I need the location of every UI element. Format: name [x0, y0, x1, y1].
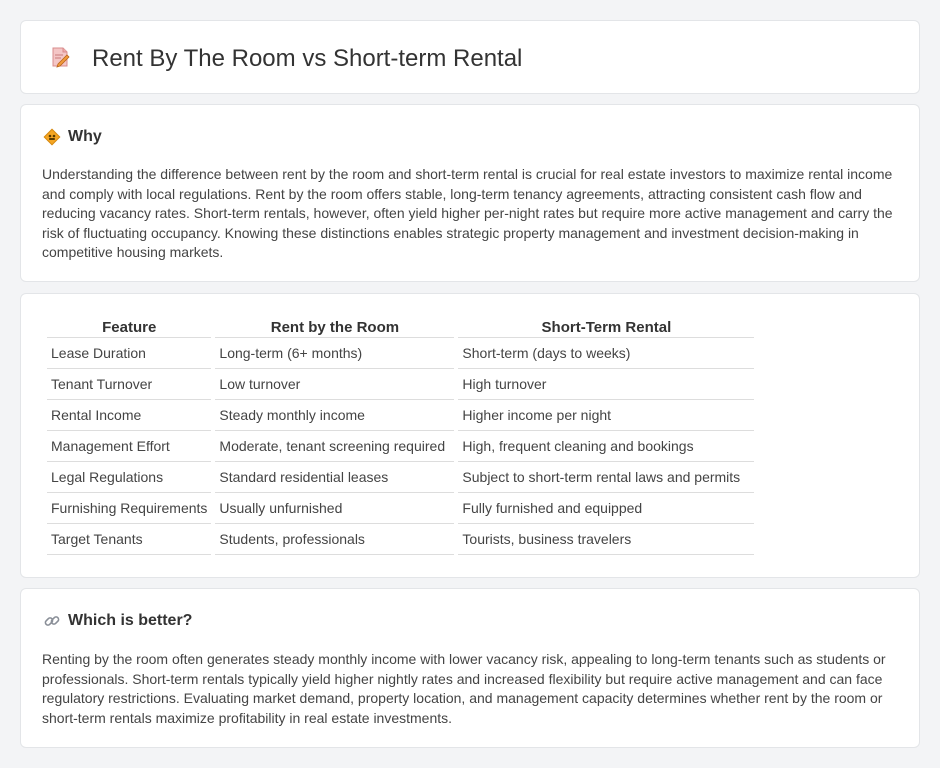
- table-cell: Standard residential leases: [215, 462, 455, 493]
- comparison-section: Feature Rent by the Room Short-Term Rent…: [20, 293, 920, 578]
- table-cell: Target Tenants: [47, 524, 212, 555]
- table-cell: Lease Duration: [47, 338, 212, 369]
- better-heading: Which is better?: [68, 612, 193, 629]
- table-cell: High, frequent cleaning and bookings: [458, 431, 755, 462]
- table-cell: Low turnover: [215, 369, 455, 400]
- table-cell: Students, professionals: [215, 524, 455, 555]
- table-row: Legal Regulations Standard residential l…: [47, 462, 755, 493]
- column-header-rent-by-room: Rent by the Room: [215, 316, 455, 338]
- why-text: Understanding the difference between ren…: [42, 166, 893, 260]
- table-cell: Steady monthly income: [215, 400, 455, 431]
- better-heading-row: Which is better?: [43, 611, 192, 631]
- why-heading-row: Why: [43, 127, 102, 147]
- better-text: Renting by the room often generates stea…: [42, 651, 886, 726]
- link-icon: [43, 612, 61, 630]
- table-row: Rental Income Steady monthly income High…: [47, 400, 755, 431]
- column-header-short-term: Short-Term Rental: [458, 316, 755, 338]
- table-cell: Tourists, business travelers: [458, 524, 755, 555]
- diamond-sign-icon: [43, 128, 61, 146]
- table-cell: Short-term (days to weeks): [458, 338, 755, 369]
- table-cell: Long-term (6+ months): [215, 338, 455, 369]
- table-cell: High turnover: [458, 369, 755, 400]
- table-cell: Usually unfurnished: [215, 493, 455, 524]
- table-cell: Legal Regulations: [47, 462, 212, 493]
- which-better-section: Which is better? Renting by the room oft…: [20, 588, 920, 748]
- table-row: Management Effort Moderate, tenant scree…: [47, 431, 755, 462]
- column-header-feature: Feature: [47, 316, 212, 338]
- table-row: Tenant Turnover Low turnover High turnov…: [47, 369, 755, 400]
- title-card: Rent By The Room vs Short-term Rental: [20, 20, 920, 94]
- table-cell: Furnishing Requirements: [47, 493, 212, 524]
- table-row: Furnishing Requirements Usually unfurnis…: [47, 493, 755, 524]
- document-pencil-icon: [49, 46, 71, 68]
- table-row: Lease Duration Long-term (6+ months) Sho…: [47, 338, 755, 369]
- table-cell: Rental Income: [47, 400, 212, 431]
- table-cell: Tenant Turnover: [47, 369, 212, 400]
- comparison-table: Feature Rent by the Room Short-Term Rent…: [43, 316, 758, 555]
- table-cell: Moderate, tenant screening required: [215, 431, 455, 462]
- table-header-row: Feature Rent by the Room Short-Term Rent…: [47, 316, 755, 338]
- why-section: Why Understanding the difference between…: [20, 104, 920, 282]
- table-cell: Fully furnished and equipped: [458, 493, 755, 524]
- page-title: Rent By The Room vs Short-term Rental: [92, 45, 523, 72]
- table-cell: Subject to short-term rental laws and pe…: [458, 462, 755, 493]
- table-cell: Higher income per night: [458, 400, 755, 431]
- table-cell: Management Effort: [47, 431, 212, 462]
- table-row: Target Tenants Students, professionals T…: [47, 524, 755, 555]
- why-heading: Why: [68, 128, 102, 145]
